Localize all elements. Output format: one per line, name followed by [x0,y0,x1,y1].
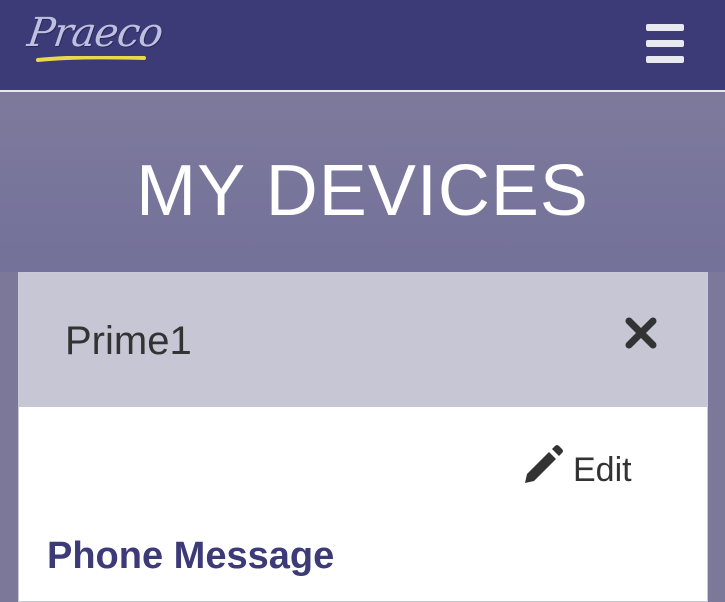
device-name: Prime1 [65,319,192,363]
close-x-icon[interactable] [621,313,661,353]
section-heading-phone-message: Phone Message [47,535,335,577]
praeco-logo[interactable]: Praeco [24,10,166,70]
logo-text: Praeco [24,10,166,56]
pencil-icon [525,445,563,483]
device-card-header[interactable]: Prime1 [19,273,707,407]
device-card: Prime1 Edit Phone Message [18,272,708,602]
hamburger-menu-icon[interactable] [640,22,690,66]
edit-label: Edit [573,451,632,489]
page-title: MY DEVICES [136,151,589,231]
logo-underline-stroke [36,56,146,62]
top-navbar: Praeco [0,0,725,92]
